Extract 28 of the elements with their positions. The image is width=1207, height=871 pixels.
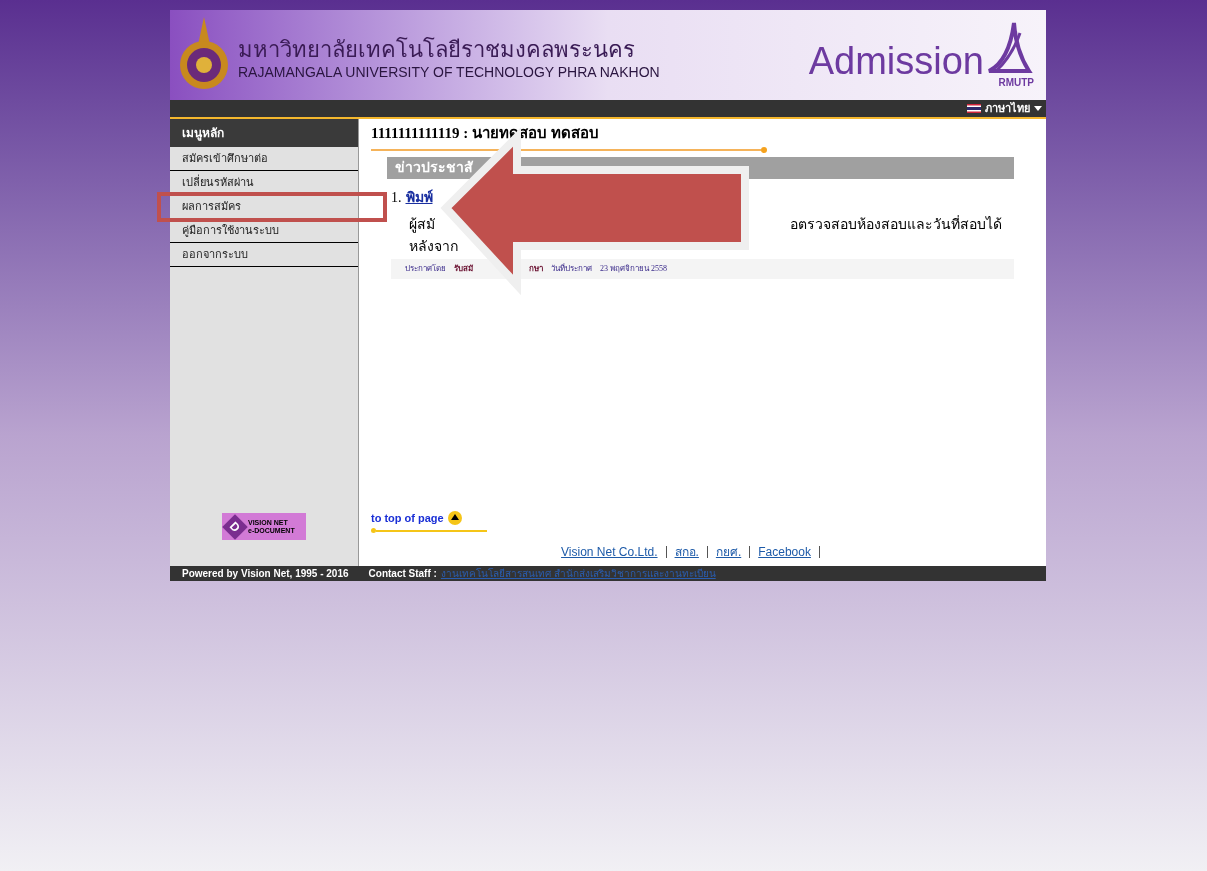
news-text: ผู้สมั	[409, 215, 435, 235]
sidebar-menu-item[interactable]: เปลี่ยนรหัสผ่าน	[170, 171, 358, 195]
meta-label: วันที่ประกาศ	[551, 262, 592, 275]
sidebar-menu-item[interactable]: ผลการสมัคร	[170, 195, 358, 219]
footer-link[interactable]: Vision Net Co.Ltd.	[561, 543, 658, 561]
footer-link[interactable]: Facebook	[758, 543, 811, 561]
news-number: 1.	[391, 188, 402, 207]
language-selector[interactable]: ภาษาไทย	[967, 100, 1042, 117]
footer-link[interactable]: สกอ.	[674, 543, 699, 561]
rmutp-logo-text: RMUTP	[998, 75, 1034, 90]
news-text: อตรวจสอบห้องสอบและวันที่สอบได้	[790, 214, 1002, 234]
powered-by-text: Powered by Vision Net, 1995 - 2016	[182, 567, 349, 581]
meta-author: กษา	[529, 262, 543, 275]
sidebar-menu-item[interactable]: สมัครเข้าศึกษาต่อ	[170, 147, 358, 171]
university-english-name: RAJAMANGALA UNIVERSITY OF TECHNOLOGY PHRA NAKHON	[238, 63, 660, 81]
sidebar-menu-item[interactable]: คู่มือการใช้งานระบบ	[170, 219, 358, 243]
to-top-link[interactable]: to top of page	[371, 509, 444, 526]
news-link[interactable]: พิมพ์	[405, 186, 433, 208]
meta-label: ประกาศโดย	[405, 262, 446, 275]
university-thai-name: มหาวิทยาลัยเทคโนโลยีราชมงคลพระนคร	[238, 37, 636, 63]
meta-author: รับสมั	[454, 262, 473, 275]
contact-label: Contact Staff :	[368, 567, 437, 581]
sidebar-menu-item[interactable]: ออกจากระบบ	[170, 243, 358, 267]
news-text: หลังจาก	[408, 237, 458, 256]
footer-link[interactable]: กยศ.	[715, 543, 742, 561]
sidebar-title: เมนูหลัก	[170, 119, 358, 147]
admission-logo-text: Admission	[808, 38, 984, 84]
meta-date: 23 พฤศจิกายน 2558	[600, 262, 667, 275]
